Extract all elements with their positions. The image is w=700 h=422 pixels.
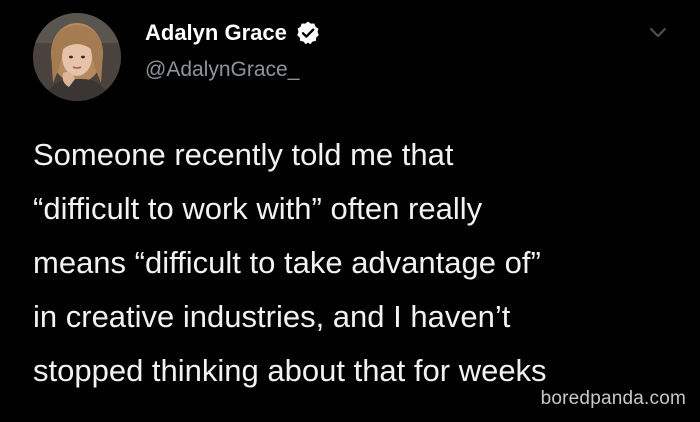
- avatar-photo-icon: [33, 13, 121, 101]
- tweet-text-line: “difficult to work with” often really: [33, 191, 483, 226]
- tweet-text: Someone recently told me that “difficult…: [33, 128, 683, 398]
- avatar[interactable]: [33, 13, 121, 101]
- author-handle[interactable]: @AdalynGrace_: [145, 58, 299, 82]
- verified-badge-icon: [295, 20, 321, 46]
- tweet-text-line: means “difficult to take advantage of”: [33, 245, 541, 280]
- watermark: boredpanda.com: [540, 388, 686, 409]
- tweet-text-line: in creative industries, and I haven’t: [33, 299, 511, 334]
- tweet-card: Adalyn Grace @AdalynGrace_ Someone recen…: [0, 0, 700, 422]
- author-name[interactable]: Adalyn Grace: [145, 20, 287, 46]
- author-row: Adalyn Grace: [145, 20, 321, 46]
- tweet-text-line: Someone recently told me that: [33, 137, 454, 172]
- chevron-down-icon[interactable]: [648, 26, 668, 40]
